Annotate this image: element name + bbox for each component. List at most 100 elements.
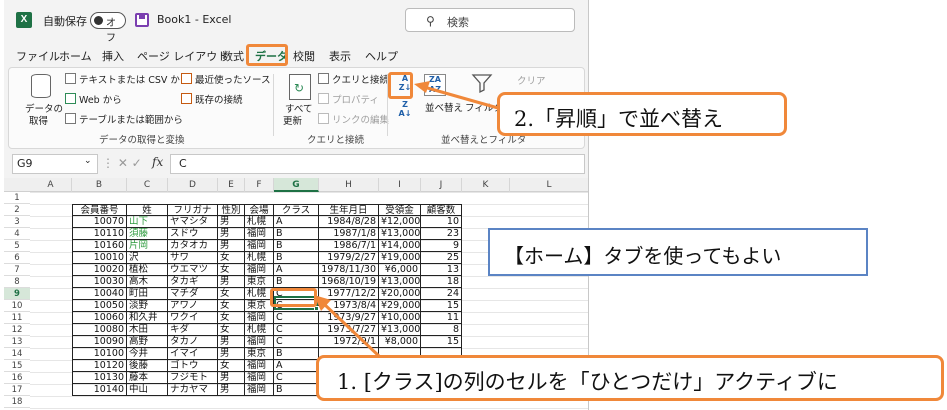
table-cell[interactable]: 沢 xyxy=(127,252,168,264)
table-cell[interactable]: ヤマシタ xyxy=(168,216,218,228)
table-header-cell[interactable]: 会員番号 xyxy=(72,204,127,216)
table-cell[interactable]: 藤本 xyxy=(127,372,168,384)
existing-connections-button[interactable]: 既存の接続 xyxy=(195,92,243,106)
table-cell[interactable]: 町田 xyxy=(127,288,168,300)
table-cell[interactable]: 植松 xyxy=(127,264,168,276)
table-cell[interactable]: 8 xyxy=(421,324,462,336)
table-cell[interactable]: B xyxy=(274,384,319,396)
tab-formulas[interactable]: 数式 xyxy=(222,48,244,64)
table-cell[interactable]: 中山 xyxy=(127,384,168,396)
from-web-button[interactable]: Web から xyxy=(79,92,122,106)
table-cell[interactable]: 10040 xyxy=(72,288,127,300)
table-cell[interactable]: B xyxy=(274,240,319,252)
table-header-cell[interactable]: 生年月日 xyxy=(319,204,379,216)
table-cell[interactable]: B xyxy=(274,252,319,264)
row-header-4[interactable]: 4 xyxy=(4,228,30,240)
table-cell[interactable]: 1968/10/19 xyxy=(319,276,379,288)
table-cell[interactable]: 10020 xyxy=(72,264,127,276)
column-header-b[interactable]: B xyxy=(72,178,127,192)
table-cell[interactable]: 女 xyxy=(218,264,245,276)
row-header-8[interactable]: 8 xyxy=(4,276,30,288)
table-cell[interactable]: 男 xyxy=(218,228,245,240)
table-cell[interactable]: 男 xyxy=(218,216,245,228)
table-cell[interactable]: 福岡 xyxy=(245,336,274,348)
table-cell[interactable]: 和久井 xyxy=(127,312,168,324)
table-cell[interactable]: 1986/7/1 xyxy=(319,240,379,252)
table-cell[interactable]: 須藤 xyxy=(127,228,168,240)
search-input[interactable]: ⚲ 検索 xyxy=(405,8,575,32)
table-cell[interactable]: ¥13,000 xyxy=(379,276,421,288)
table-cell[interactable]: 10060 xyxy=(72,312,127,324)
row-header-6[interactable]: 6 xyxy=(4,252,30,264)
table-cell[interactable]: 後藤 xyxy=(127,360,168,372)
column-header-c[interactable]: C xyxy=(127,178,168,192)
table-cell[interactable]: A xyxy=(274,216,319,228)
table-cell[interactable]: アワノ xyxy=(168,300,218,312)
table-cell[interactable]: 女 xyxy=(218,324,245,336)
column-header-l[interactable]: L xyxy=(510,178,588,192)
column-header-e[interactable]: E xyxy=(218,178,245,192)
table-cell[interactable]: ウエマツ xyxy=(168,264,218,276)
row-header-12[interactable]: 12 xyxy=(4,324,30,336)
table-header-cell[interactable]: 性別 xyxy=(218,204,245,216)
table-cell[interactable]: 今井 xyxy=(127,348,168,360)
table-cell[interactable]: 10140 xyxy=(72,384,127,396)
table-cell[interactable]: 1987/1/8 xyxy=(319,228,379,240)
row-header-16[interactable]: 16 xyxy=(4,372,30,384)
autosave-toggle[interactable]: オフ xyxy=(90,12,126,44)
table-cell[interactable]: A xyxy=(274,264,319,276)
table-cell[interactable]: 女 xyxy=(218,360,245,372)
table-cell[interactable]: 男 xyxy=(218,372,245,384)
row-header-9[interactable]: 9 xyxy=(4,288,30,300)
table-cell[interactable]: 10010 xyxy=(72,252,127,264)
recent-sources-button[interactable]: 最近使ったソース xyxy=(195,72,271,86)
table-cell[interactable]: 福岡 xyxy=(245,240,274,252)
clear-filter-button[interactable]: クリア xyxy=(517,73,546,87)
table-cell[interactable]: 高野 xyxy=(127,336,168,348)
table-cell[interactable]: 男 xyxy=(218,276,245,288)
table-cell[interactable]: 15 xyxy=(421,300,462,312)
tab-view[interactable]: 表示 xyxy=(329,48,351,64)
table-cell[interactable]: カタオカ xyxy=(168,240,218,252)
table-cell[interactable]: フジモト xyxy=(168,372,218,384)
table-cell[interactable]: 木田 xyxy=(127,324,168,336)
table-cell[interactable]: 10110 xyxy=(72,228,127,240)
from-text-csv-button[interactable]: テキストまたは CSV から xyxy=(79,72,189,86)
table-cell[interactable]: 札幌 xyxy=(245,324,274,336)
column-header-f[interactable]: F xyxy=(245,178,274,192)
row-header-10[interactable]: 10 xyxy=(4,300,30,312)
table-cell[interactable]: 1978/11/30 xyxy=(319,264,379,276)
table-cell[interactable]: 11 xyxy=(421,312,462,324)
column-header-a[interactable]: A xyxy=(30,178,72,192)
table-cell[interactable]: 10070 xyxy=(72,216,127,228)
table-cell[interactable]: 福岡 xyxy=(245,228,274,240)
table-cell[interactable]: 10080 xyxy=(72,324,127,336)
tab-file[interactable]: ファイル xyxy=(16,48,60,64)
tab-review[interactable]: 校閲 xyxy=(293,48,315,64)
save-icon[interactable] xyxy=(135,13,149,27)
get-data-button-line2[interactable]: 取得 xyxy=(29,113,48,127)
table-cell[interactable]: 15 xyxy=(421,336,462,348)
row-header-3[interactable]: 3 xyxy=(4,216,30,228)
table-cell[interactable]: 男 xyxy=(218,348,245,360)
table-cell[interactable]: 24 xyxy=(421,288,462,300)
properties-button[interactable]: プロパティ xyxy=(332,92,379,106)
table-cell[interactable]: 福岡 xyxy=(245,372,274,384)
column-header-k[interactable]: K xyxy=(462,178,510,192)
table-cell[interactable]: 東京 xyxy=(245,348,274,360)
table-cell[interactable]: 18 xyxy=(421,276,462,288)
fx-icon[interactable]: fx xyxy=(152,155,163,169)
row-header-1[interactable]: 1 xyxy=(4,192,30,204)
column-header-i[interactable]: I xyxy=(379,178,421,192)
table-cell[interactable]: ¥14,000 xyxy=(379,240,421,252)
table-cell[interactable]: ナカヤマ xyxy=(168,384,218,396)
queries-connections-button[interactable]: クエリと接続 xyxy=(332,72,389,86)
table-cell[interactable]: スドウ xyxy=(168,228,218,240)
chevron-down-icon[interactable]: ⌄ xyxy=(84,156,92,166)
table-header-cell[interactable]: クラス xyxy=(274,204,319,216)
table-cell[interactable]: 10120 xyxy=(72,360,127,372)
table-cell[interactable]: 高木 xyxy=(127,276,168,288)
column-header-j[interactable]: J xyxy=(421,178,462,192)
row-header-5[interactable]: 5 xyxy=(4,240,30,252)
table-cell[interactable]: 東京 xyxy=(245,276,274,288)
